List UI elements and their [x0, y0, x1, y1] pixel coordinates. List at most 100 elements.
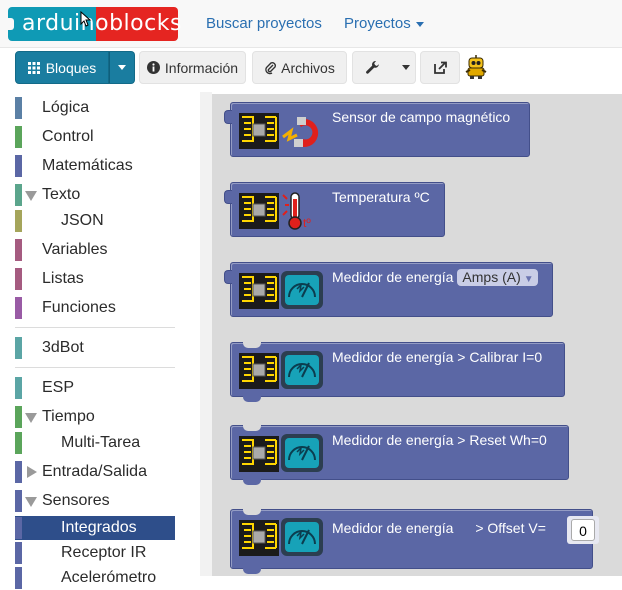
- sidebar-item-3dbot[interactable]: 3dBot: [15, 336, 175, 360]
- energy-meter-icon: [239, 518, 323, 563]
- logo-notch: [4, 18, 14, 30]
- category-color-bar: [15, 239, 22, 261]
- sidebar-item-variables[interactable]: Variables: [15, 238, 175, 262]
- projects-label: Proyectos: [344, 15, 411, 32]
- top-navbar: arduinoblocks Buscar proyectos Proyectos: [0, 0, 622, 48]
- sidebar-item-esp[interactable]: ESP: [15, 376, 175, 400]
- block-label-wrap: Medidor de energía Amps (A) ▼: [332, 269, 538, 286]
- units-dropdown[interactable]: Amps (A) ▼: [457, 269, 538, 286]
- info-button[interactable]: Información: [139, 51, 246, 84]
- sidebar-item-matematicas[interactable]: Matemáticas: [15, 154, 175, 178]
- chevron-down-icon: [402, 65, 410, 70]
- sidebar-item-funciones[interactable]: Funciones: [15, 296, 175, 320]
- block-output-tab: [224, 270, 232, 284]
- offset-number-input[interactable]: 0: [571, 519, 595, 541]
- block-energy-meter-offset[interactable]: Medidor de energía > Offset V= 0: [230, 509, 599, 574]
- block-label: Temperatura ºC: [332, 189, 430, 205]
- block-magnetic-sensor[interactable]: Sensor de campo magnético: [224, 102, 530, 157]
- sidebar-item-label: Sensores: [42, 492, 110, 509]
- sidebar-item-acelerometro[interactable]: Acelerómetro: [15, 566, 175, 590]
- files-button[interactable]: Archivos: [252, 51, 347, 84]
- expand-triangle-icon[interactable]: [25, 191, 37, 201]
- sidebar-item-label: Lógica: [42, 99, 90, 116]
- category-color-bar: [15, 337, 22, 359]
- tools-dropdown-button[interactable]: [352, 51, 416, 84]
- sidebar-item-json[interactable]: JSON: [15, 209, 175, 233]
- sidebar-item-multi-tarea[interactable]: Multi-Tarea: [15, 431, 175, 455]
- block-label: Medidor de energía: [332, 269, 454, 285]
- category-color-bar: [15, 155, 22, 177]
- sidebar-item-label: Acelerómetro: [61, 569, 157, 586]
- info-button-label: Información: [164, 59, 239, 76]
- block-bottom-notch: [243, 568, 261, 574]
- sidebar-item-tiempo[interactable]: Tiempo: [15, 405, 175, 429]
- share-button[interactable]: [420, 51, 460, 84]
- grid-icon: [27, 61, 40, 74]
- blocks-menu-toggle[interactable]: [109, 51, 135, 84]
- magnet-icon: [239, 111, 323, 156]
- energy-meter-icon: [239, 351, 323, 396]
- sidebar-item-logica[interactable]: Lógica: [15, 96, 175, 120]
- sidebar-item-label: Texto: [42, 186, 81, 203]
- sidebar-item-listas[interactable]: Listas: [15, 267, 175, 291]
- block-bottom-notch: [243, 479, 261, 485]
- block-label: Sensor de campo magnético: [332, 109, 511, 125]
- sidebar-divider: [15, 367, 175, 368]
- block-output-tab: [224, 190, 232, 204]
- sidebar-item-texto[interactable]: Texto: [15, 183, 175, 207]
- sidebar-item-label: Listas: [42, 270, 84, 287]
- sidebar-item-label: Multi-Tarea: [61, 434, 141, 451]
- sidebar-item-label: Funciones: [42, 299, 116, 316]
- block-energy-meter[interactable]: Medidor de energía Amps (A) ▼: [224, 262, 553, 317]
- blocks-button-label: Bloques: [45, 59, 97, 76]
- search-projects-link[interactable]: Buscar proyectos: [206, 15, 322, 32]
- sidebar-item-entrada-salida[interactable]: Entrada/Salida: [15, 460, 175, 484]
- units-dropdown-value: Amps (A): [462, 269, 521, 285]
- blocks-flyout: [212, 94, 622, 576]
- collapsed-triangle-icon[interactable]: [27, 466, 37, 478]
- block-label-suffix: > Offset V=: [475, 520, 546, 536]
- energy-meter-icon: [239, 434, 323, 479]
- category-color-bar: [15, 490, 22, 512]
- block-bottom-notch: [243, 396, 261, 402]
- blocks-button[interactable]: Bloques: [15, 51, 109, 84]
- sidebar-divider: [15, 327, 175, 328]
- info-icon: [146, 61, 160, 74]
- sidebar-item-control[interactable]: Control: [15, 125, 175, 149]
- thermometer-icon: tº: [239, 191, 323, 236]
- sidebar-item-receptor-ir[interactable]: Receptor IR: [15, 541, 175, 565]
- files-button-label: Archivos: [281, 59, 335, 76]
- block-top-notch: [243, 509, 261, 515]
- category-color-bar: [15, 567, 22, 589]
- sidebar-item-label: 3dBot: [42, 339, 84, 356]
- block-energy-meter-reset[interactable]: Medidor de energía > Reset Wh=0: [230, 425, 569, 485]
- category-color-bar: [15, 377, 22, 399]
- block-label: Medidor de energía > Reset Wh=0: [332, 432, 547, 448]
- category-color-bar: [15, 542, 22, 564]
- paperclip-icon: [265, 61, 277, 74]
- category-color-bar: [15, 297, 22, 319]
- block-label: Medidor de energía > Calibrar I=0: [332, 349, 543, 365]
- sidebar-item-label: Tiempo: [42, 408, 95, 425]
- expand-triangle-icon[interactable]: [25, 497, 37, 507]
- mouse-cursor-icon: [80, 11, 92, 27]
- arduinoblocks-logo[interactable]: arduinoblocks: [4, 7, 181, 41]
- block-energy-meter-calibrate[interactable]: Medidor de energía > Calibrar I=0: [230, 342, 565, 402]
- sidebar-item-label: Receptor IR: [61, 544, 147, 561]
- projects-dropdown[interactable]: Proyectos: [344, 15, 424, 32]
- category-color-bar: [15, 406, 22, 428]
- sidebar-item-label: Integrados: [61, 519, 137, 536]
- block-temperature[interactable]: tº Temperatura ºC: [224, 182, 445, 237]
- number-input-slot: 0: [567, 516, 599, 544]
- sidebar-item-label: Variables: [42, 241, 108, 258]
- wrench-icon: [366, 61, 379, 74]
- sidebar-scrollbar[interactable]: [200, 92, 212, 576]
- sidebar-item-sensores[interactable]: Sensores: [15, 489, 175, 513]
- toolbar: Bloques Información Archivos: [0, 48, 622, 88]
- logo-text: arduinoblocks: [22, 11, 182, 36]
- sidebar-item-integrados[interactable]: Integrados: [15, 516, 175, 540]
- expand-triangle-icon[interactable]: [25, 413, 37, 423]
- sidebar-item-label: ESP: [42, 379, 75, 396]
- block-output-tab: [224, 110, 232, 124]
- robot-mascot-icon[interactable]: [464, 54, 488, 80]
